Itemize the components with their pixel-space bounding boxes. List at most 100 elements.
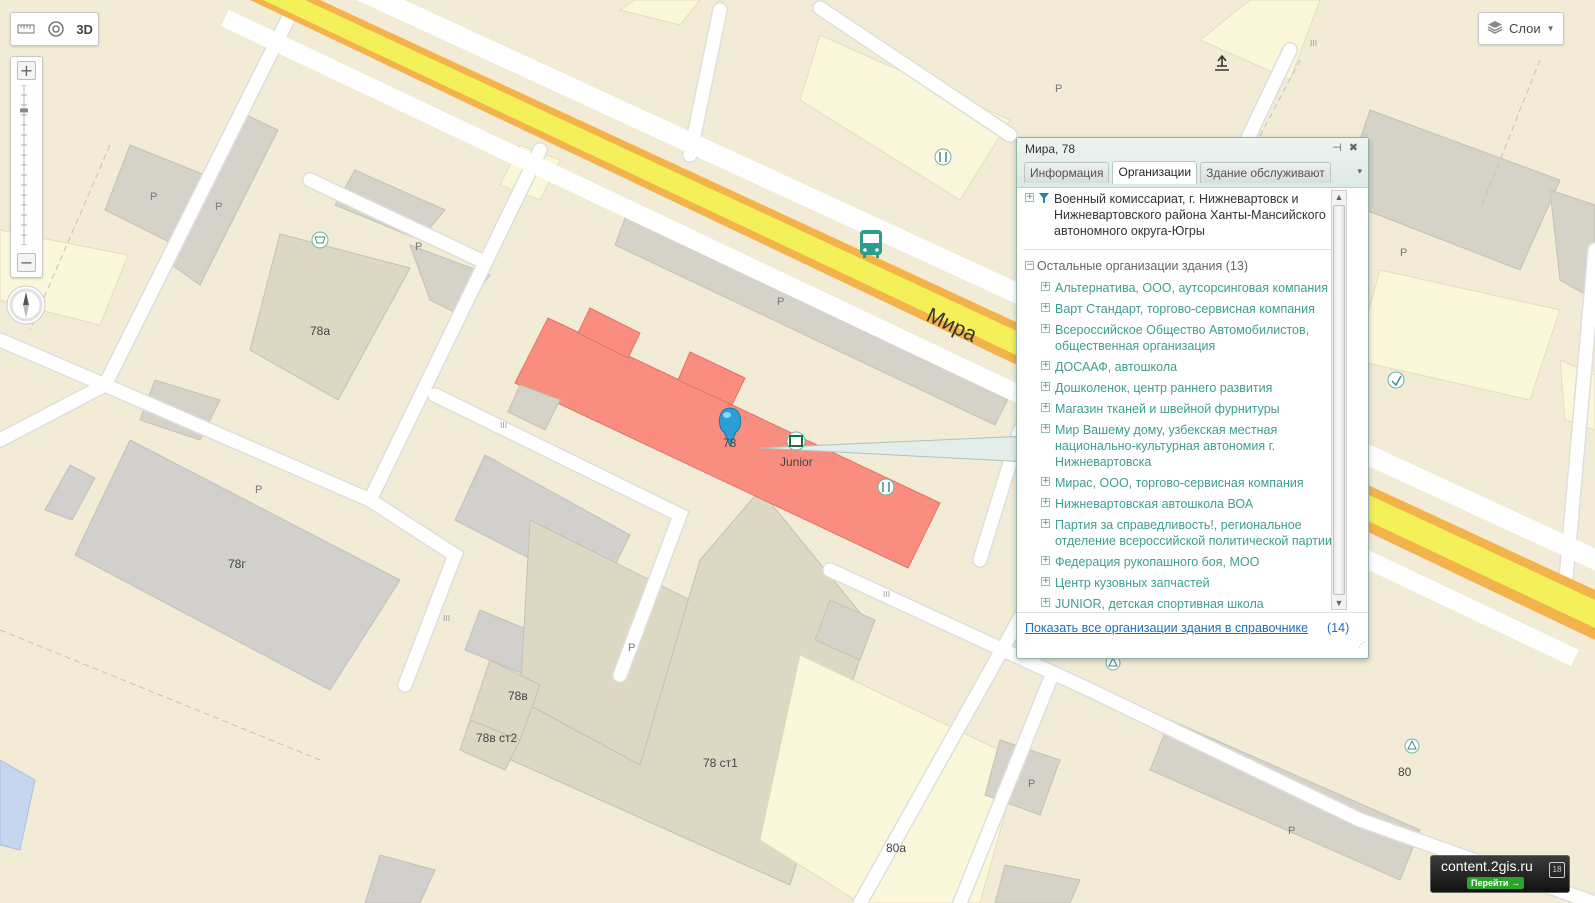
crosswalk-icon: III bbox=[443, 614, 450, 623]
expand-icon[interactable]: + bbox=[1041, 324, 1050, 333]
expand-icon[interactable]: + bbox=[1041, 556, 1050, 565]
zoom-slider-handle[interactable] bbox=[20, 108, 28, 113]
parking-label: P bbox=[777, 296, 784, 308]
org-item[interactable]: + Дошколенок, центр раннего развития bbox=[1023, 380, 1341, 396]
scroll-up-icon[interactable]: ▲ bbox=[1334, 192, 1344, 202]
expand-icon[interactable]: + bbox=[1041, 577, 1050, 586]
show-all-orgs-link[interactable]: Показать все организации здания в справо… bbox=[1025, 621, 1308, 635]
org-item[interactable]: + Мир Вашему дому, узбекская местная наци… bbox=[1023, 422, 1341, 470]
building-label-80: 80 bbox=[1398, 765, 1412, 779]
tree-icon[interactable] bbox=[1404, 738, 1420, 754]
parking-label: P bbox=[1400, 247, 1407, 259]
bus-stop-icon[interactable] bbox=[860, 230, 882, 258]
org-item[interactable]: + Центр кузовных запчастей bbox=[1023, 575, 1341, 591]
expand-icon[interactable]: + bbox=[1041, 361, 1050, 370]
org-item[interactable]: + Федерация рукопашного боя, МОО bbox=[1023, 554, 1341, 570]
org-name: Федерация рукопашного боя, МОО bbox=[1055, 555, 1260, 569]
resize-grip-icon[interactable]: ⋰ bbox=[1358, 641, 1366, 649]
collapse-icon[interactable]: − bbox=[1025, 261, 1034, 270]
scroll-down-icon[interactable]: ▼ bbox=[1334, 598, 1344, 608]
tabs-menu-icon[interactable]: ▾ bbox=[1357, 166, 1362, 177]
ad-go-button[interactable]: Перейти → bbox=[1467, 877, 1524, 889]
pin-icon[interactable]: ⊣ bbox=[1332, 141, 1342, 154]
org-item[interactable]: + Магазин тканей и швейной фурнитуры bbox=[1023, 401, 1341, 417]
tab-organizations[interactable]: Организации bbox=[1112, 161, 1198, 184]
expand-icon[interactable]: + bbox=[1041, 519, 1050, 528]
chevron-down-icon: ▼ bbox=[1546, 24, 1555, 33]
radius-icon[interactable] bbox=[46, 19, 66, 39]
org-name: Мир Вашему дому, узбекская местная нацио… bbox=[1055, 423, 1278, 469]
org-name: Партия за справедливость!, региональное … bbox=[1055, 518, 1332, 548]
compass-icon[interactable] bbox=[6, 285, 46, 325]
org-item[interactable]: + Варт Стандарт, торгово-сервисная компан… bbox=[1023, 301, 1341, 317]
shop-icon[interactable] bbox=[311, 231, 329, 249]
tab-info[interactable]: Информация bbox=[1024, 162, 1110, 183]
org-name: Варт Стандарт, торгово-сервисная компани… bbox=[1055, 302, 1315, 316]
restaurant-icon[interactable] bbox=[877, 478, 895, 496]
junior-poi-icon[interactable] bbox=[786, 431, 806, 451]
org-name: JUNIOR, детская спортивная школа bbox=[1055, 597, 1264, 611]
age-rating-badge: 18 bbox=[1549, 862, 1565, 878]
expand-icon[interactable]: + bbox=[1041, 282, 1050, 291]
tab-building-service[interactable]: Здание обслуживают bbox=[1200, 162, 1331, 183]
main-org-name: Военный комиссариат, г. Нижневартовск и … bbox=[1054, 192, 1326, 238]
building-label-78v: 78в bbox=[508, 689, 528, 703]
parking-label: P bbox=[215, 201, 222, 213]
org-item[interactable]: + Всероссийское Общество Автомобилистов, … bbox=[1023, 322, 1341, 354]
parking-label: P bbox=[1055, 83, 1062, 95]
layers-label: Слои bbox=[1509, 21, 1541, 36]
org-list-scrollbar[interactable]: ▲ ▼ bbox=[1331, 190, 1347, 610]
popup-title: Мира, 78 bbox=[1025, 142, 1076, 156]
org-name: Магазин тканей и швейной фурнитуры bbox=[1055, 402, 1280, 416]
building-info-popup: Мира, 78 ⊣ ✖ Информация Организации Здан… bbox=[1016, 137, 1369, 659]
expand-icon[interactable]: + bbox=[1041, 498, 1050, 507]
crosswalk-icon: III bbox=[883, 590, 890, 599]
org-name: Альтернатива, ООО, аутсорсинговая компан… bbox=[1055, 281, 1328, 295]
service-icon[interactable] bbox=[1387, 371, 1405, 389]
org-name: Всероссийское Общество Автомобилистов, о… bbox=[1055, 323, 1310, 353]
building-label-78-st1: 78 ст1 bbox=[703, 756, 738, 770]
divider bbox=[1023, 249, 1341, 250]
ruler-icon[interactable] bbox=[16, 19, 36, 39]
zoom-out-button[interactable]: − bbox=[17, 253, 36, 272]
ad-banner[interactable]: content.2gis.ru Перейти → 18 bbox=[1430, 855, 1570, 893]
org-item[interactable]: + JUNIOR, детская спортивная школа bbox=[1023, 596, 1341, 611]
org-group-label: Остальные организации здания (13) bbox=[1037, 259, 1248, 273]
zoom-slider[interactable] bbox=[20, 85, 28, 245]
parking-label: P bbox=[255, 484, 262, 496]
expand-icon[interactable]: + bbox=[1041, 477, 1050, 486]
main-org-item[interactable]: + Военный комиссариат, г. Нижневартовск … bbox=[1023, 191, 1341, 239]
expand-icon[interactable]: + bbox=[1041, 403, 1050, 412]
layers-button[interactable]: Слои ▼ bbox=[1478, 12, 1564, 45]
layers-icon bbox=[1487, 20, 1503, 37]
expand-icon[interactable]: + bbox=[1041, 382, 1050, 391]
close-icon[interactable]: ✖ bbox=[1349, 141, 1358, 154]
expand-icon[interactable]: + bbox=[1041, 424, 1050, 433]
org-list: + Военный комиссариат, г. Нижневартовск … bbox=[1023, 191, 1341, 611]
org-item[interactable]: + Партия за справедливость!, региональное… bbox=[1023, 517, 1341, 549]
expand-icon[interactable]: + bbox=[1025, 193, 1034, 202]
crosswalk-icon: III bbox=[500, 421, 507, 430]
org-group-header[interactable]: − Остальные организации здания (13) bbox=[1023, 258, 1341, 275]
zoom-control: + − bbox=[10, 56, 43, 278]
building-label-78g: 78г bbox=[228, 557, 246, 571]
org-item[interactable]: + Мирас, ООО, торгово-сервисная компания bbox=[1023, 475, 1341, 491]
org-item[interactable]: + Нижневартовская автошкола ВОА bbox=[1023, 496, 1341, 512]
expand-icon[interactable]: + bbox=[1041, 598, 1050, 607]
junior-poi-label: Junior bbox=[780, 455, 813, 469]
parking-label: P bbox=[628, 642, 635, 654]
zoom-in-button[interactable]: + bbox=[17, 61, 36, 80]
org-name: ДОСААФ, автошкола bbox=[1055, 360, 1178, 374]
org-item[interactable]: + ДОСААФ, автошкола bbox=[1023, 359, 1341, 375]
3d-toggle-button[interactable]: 3D bbox=[76, 22, 93, 37]
popup-footer: Показать все организации здания в справо… bbox=[1017, 612, 1368, 651]
crosswalk-icon: III bbox=[1310, 39, 1317, 48]
parking-label: P bbox=[1288, 825, 1295, 837]
parking-label: P bbox=[1028, 778, 1035, 790]
org-name: Нижневартовская автошкола ВОА bbox=[1055, 497, 1254, 511]
expand-icon[interactable]: + bbox=[1041, 303, 1050, 312]
building-label-78: 78 bbox=[723, 436, 737, 450]
scrollbar-thumb[interactable] bbox=[1333, 205, 1345, 595]
cafe-icon[interactable] bbox=[934, 148, 952, 166]
org-item[interactable]: + Альтернатива, ООО, аутсорсинговая компа… bbox=[1023, 280, 1341, 296]
